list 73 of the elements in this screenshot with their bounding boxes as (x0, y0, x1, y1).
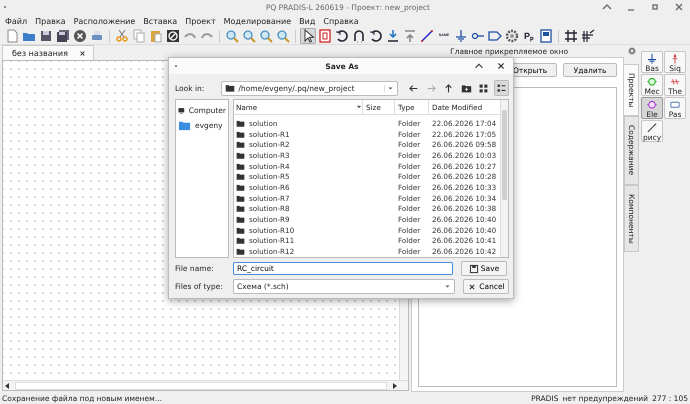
printer-icon (90, 29, 104, 43)
port-icon (488, 29, 502, 43)
document-tab[interactable]: без названия (2, 45, 94, 60)
menu-item[interactable]: Вставка (143, 16, 178, 26)
forward-arrow-icon (426, 82, 437, 94)
menu-item[interactable]: Справка (323, 16, 359, 26)
forbidden-icon (166, 29, 180, 43)
dropdown-arrow-icon (444, 283, 451, 290)
scroll-left-icon[interactable] (5, 382, 10, 388)
frame-icon (539, 29, 553, 43)
rotate-icon (335, 29, 349, 43)
scissors-icon (115, 29, 129, 43)
toolbar-button[interactable] (538, 28, 554, 44)
folder-icon (178, 119, 191, 132)
toolbar-button[interactable] (563, 28, 579, 44)
ground-icon (646, 53, 658, 64)
menu-item[interactable]: Проект (185, 16, 216, 26)
circle-symbol-icon (646, 99, 658, 110)
menu-item[interactable]: Вид (299, 16, 316, 26)
toolbar-button[interactable] (419, 28, 435, 44)
toolbar-button[interactable] (334, 28, 350, 44)
new-folder-icon (460, 82, 472, 94)
close-icon (467, 282, 478, 292)
menu-item[interactable]: Моделирование (224, 16, 292, 26)
zoom-icon (225, 29, 239, 43)
menu-item[interactable]: Файл (5, 16, 28, 26)
icon-view-icon (478, 82, 490, 94)
clipboard-icon (149, 29, 163, 43)
back-arrow-icon (408, 82, 420, 94)
toolbar-button[interactable] (368, 28, 384, 44)
toolbar-button[interactable]: Pₚ (521, 28, 537, 44)
sort-arrow-icon (356, 104, 362, 110)
floppy-disks-icon (56, 29, 70, 43)
toolbar-button[interactable] (385, 28, 401, 44)
copy-icon (132, 29, 146, 43)
up-arrow-icon (443, 82, 454, 94)
rectangle-icon (669, 99, 682, 110)
dropdown-arrow-icon (387, 84, 394, 92)
toolbar-button[interactable] (55, 28, 71, 44)
toolbar-button[interactable] (38, 28, 54, 44)
close-icon[interactable] (78, 48, 87, 58)
close-icon[interactable] (495, 60, 507, 72)
download-icon (386, 29, 400, 43)
toolbar-button[interactable] (300, 28, 316, 44)
close-icon (73, 29, 87, 43)
toolbar-button[interactable] (72, 28, 88, 44)
zoom-icon (276, 29, 290, 43)
toolbar-button[interactable] (165, 28, 181, 44)
document-icon (5, 29, 19, 43)
ring-symbol-icon (646, 76, 658, 88)
detail-view-icon (496, 82, 507, 94)
scroll-right-icon[interactable] (392, 382, 398, 388)
toolbar-button[interactable] (504, 28, 520, 44)
gear-icon (505, 29, 519, 43)
horizontal-scrollbar[interactable] (3, 380, 408, 390)
toolbar-button[interactable] (453, 28, 469, 44)
wires-icon (581, 29, 595, 43)
thermal-symbol-icon (669, 76, 682, 88)
zoom-icon (242, 29, 256, 43)
line-icon (646, 122, 658, 134)
vertical-scrollbar[interactable] (500, 100, 508, 257)
ground-icon (454, 29, 468, 43)
toolbar-button[interactable] (580, 28, 596, 44)
component-icon (318, 29, 332, 43)
zoom-icon (259, 29, 273, 43)
folder-icon (225, 83, 236, 93)
detail-view-button[interactable] (494, 80, 510, 96)
grid-icon (564, 29, 578, 43)
menu-item[interactable]: Расположение (74, 16, 136, 26)
upload-icon (403, 29, 417, 43)
menu-item[interactable]: Правка (35, 16, 66, 26)
rotate-icon (369, 29, 383, 43)
line-icon (420, 29, 434, 43)
